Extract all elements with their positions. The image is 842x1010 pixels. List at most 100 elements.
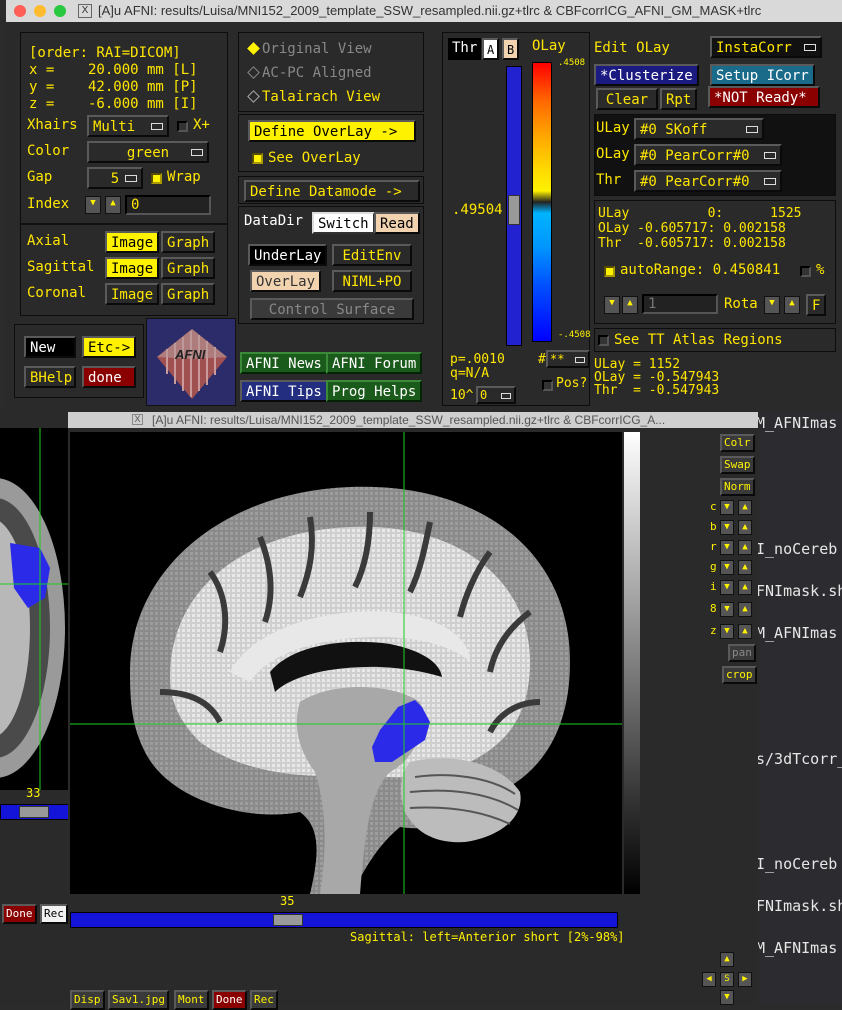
wrap-checkbox[interactable]	[151, 173, 162, 184]
percent-checkbox[interactable]	[800, 266, 811, 277]
underlay-button[interactable]: UnderLay	[248, 244, 328, 266]
color-menu[interactable]: green	[87, 141, 209, 163]
switch-button[interactable]: Switch	[312, 212, 375, 234]
8-down-arrow-icon[interactable]: ▼	[720, 602, 734, 617]
slice-slider-track[interactable]	[70, 912, 618, 928]
etc-button[interactable]: Etc->	[82, 336, 136, 358]
original-view-radio[interactable]: Original View	[247, 41, 372, 57]
nimlpo-button[interactable]: NIML+PO	[332, 270, 412, 292]
datadir-label[interactable]: DataDir	[244, 212, 303, 234]
prog-helps-button[interactable]: Prog Helps	[326, 380, 423, 402]
clear-button[interactable]: Clear	[596, 88, 658, 110]
talairach-view-radio[interactable]: Talairach View	[247, 89, 380, 105]
afni-forum-button[interactable]: AFNI Forum	[326, 352, 423, 374]
c-up-arrow-icon[interactable]: ▲	[738, 500, 752, 515]
c-down-arrow-icon[interactable]: ▼	[720, 500, 734, 515]
thr-b-button[interactable]: B	[502, 38, 520, 60]
see-overlay-checkbox[interactable]	[252, 153, 263, 164]
new-button[interactable]: New	[24, 336, 76, 358]
rota-down2-arrow-icon[interactable]: ▼	[764, 296, 780, 314]
g-up-arrow-icon[interactable]: ▲	[738, 560, 752, 575]
f-button[interactable]: F	[806, 294, 827, 316]
i-down-arrow-icon[interactable]: ▼	[720, 580, 734, 595]
z-up-arrow-icon[interactable]: ▲	[738, 624, 752, 639]
define-datamode-button[interactable]: Define Datamode ->	[244, 180, 420, 202]
sagittal-image-button[interactable]: Image	[105, 257, 160, 279]
window-close-icon[interactable]: X	[132, 414, 143, 425]
instacorr-menu[interactable]: InstaCorr	[710, 36, 822, 58]
r-down-arrow-icon[interactable]: ▼	[720, 540, 734, 555]
i-up-arrow-icon[interactable]: ▲	[738, 580, 752, 595]
sagittal-graph-button[interactable]: Graph	[161, 257, 216, 279]
swap-button[interactable]: Swap	[720, 456, 755, 474]
save-button[interactable]: Sav1.jpg	[108, 990, 169, 1010]
rota-down-arrow-icon[interactable]: ▼	[604, 296, 620, 314]
colr-button[interactable]: Colr	[720, 434, 755, 452]
editenv-button[interactable]: EditEnv	[332, 244, 412, 266]
coronal-image-button[interactable]: Image	[105, 283, 160, 305]
afni-logo[interactable]: AFNI	[146, 318, 236, 406]
left-slider-thumb[interactable]	[19, 806, 49, 818]
see-tt-checkbox[interactable]	[598, 335, 609, 346]
rota-up-arrow-icon[interactable]: ▲	[622, 296, 638, 314]
pos-checkbox[interactable]	[542, 380, 553, 391]
control-surface-button[interactable]: Control Surface	[250, 298, 414, 320]
rota-up2-arrow-icon[interactable]: ▲	[784, 296, 800, 314]
thr-a-button[interactable]: A	[482, 38, 500, 60]
8-up-arrow-icon[interactable]: ▲	[738, 602, 752, 617]
image-window-titlebar[interactable]: X [A]u AFNI: results/Luisa/MNI152_2009_t…	[68, 412, 758, 428]
rpt-button[interactable]: Rpt	[660, 88, 698, 110]
not-ready-button[interactable]: *NOT Ready*	[708, 86, 820, 108]
z-down-arrow-icon[interactable]: ▼	[720, 624, 734, 639]
window-minimize-icon[interactable]	[34, 5, 46, 17]
exp-menu[interactable]: 0	[476, 386, 516, 404]
done-button[interactable]: done	[82, 366, 136, 388]
coronal-graph-button[interactable]: Graph	[161, 283, 216, 305]
norm-button[interactable]: Norm	[720, 478, 755, 496]
crop-button[interactable]: crop	[722, 666, 757, 684]
coord-order[interactable]: [order: RAI=DICOM]	[29, 45, 181, 61]
index-up-arrow-icon[interactable]: ▲	[105, 196, 121, 214]
nav-center-button[interactable]: S	[720, 972, 734, 987]
clusterize-button[interactable]: *Clusterize	[594, 64, 699, 86]
rec-button[interactable]: Rec	[250, 990, 278, 1010]
olay-sub-menu[interactable]: #0 PearCorr#0	[634, 144, 782, 166]
sagittal-brain-view[interactable]	[70, 432, 622, 894]
thr-sub-menu[interactable]: #0 PearCorr#0	[634, 170, 782, 192]
mont-button[interactable]: Mont	[174, 990, 209, 1010]
coronal-brain-view[interactable]	[0, 428, 70, 790]
nav-right-arrow-icon[interactable]: ▶	[738, 972, 752, 987]
done-button[interactable]: Done	[212, 990, 247, 1010]
axial-graph-button[interactable]: Graph	[161, 231, 216, 253]
main-window-titlebar[interactable]: X [A]u AFNI: results/Luisa/MNI152_2009_t…	[6, 0, 842, 22]
index-input[interactable]: 0	[125, 195, 211, 215]
afni-news-button[interactable]: AFNI News	[240, 352, 328, 374]
b-up-arrow-icon[interactable]: ▲	[738, 520, 752, 535]
stars-menu[interactable]: **	[546, 350, 590, 368]
left-slider-track[interactable]	[0, 804, 70, 820]
disp-button[interactable]: Disp	[70, 990, 105, 1010]
read-button[interactable]: Read	[374, 212, 420, 234]
ulay-sub-menu[interactable]: #0 SKoff	[634, 118, 764, 140]
left-rec-button[interactable]: Rec	[40, 904, 68, 924]
threshold-slider-track[interactable]	[506, 66, 522, 346]
g-down-arrow-icon[interactable]: ▼	[720, 560, 734, 575]
pan-button[interactable]: pan	[728, 644, 756, 662]
olay-colorbar[interactable]	[532, 62, 552, 342]
nav-up-arrow-icon[interactable]: ▲	[720, 952, 734, 967]
setup-icorr-button[interactable]: Setup ICorr	[710, 64, 815, 86]
left-done-button[interactable]: Done	[2, 904, 37, 924]
window-maximize-icon[interactable]	[54, 5, 66, 17]
nav-left-arrow-icon[interactable]: ◀	[702, 972, 716, 987]
acpc-aligned-radio[interactable]: AC-PC Aligned	[247, 65, 372, 81]
rota-input[interactable]: 1	[642, 294, 718, 314]
gap-menu[interactable]: 5	[87, 167, 143, 189]
index-down-arrow-icon[interactable]: ▼	[85, 196, 101, 214]
xhairs-menu[interactable]: Multi	[87, 115, 169, 137]
define-overlay-button[interactable]: Define OverLay ->	[248, 120, 416, 142]
autorange-checkbox[interactable]	[604, 266, 615, 277]
afni-tips-button[interactable]: AFNI Tips	[240, 380, 328, 402]
overlay-button[interactable]: OverLay	[250, 270, 322, 292]
grayscale-colorbar[interactable]	[624, 432, 640, 894]
slice-slider-thumb[interactable]	[273, 914, 303, 926]
